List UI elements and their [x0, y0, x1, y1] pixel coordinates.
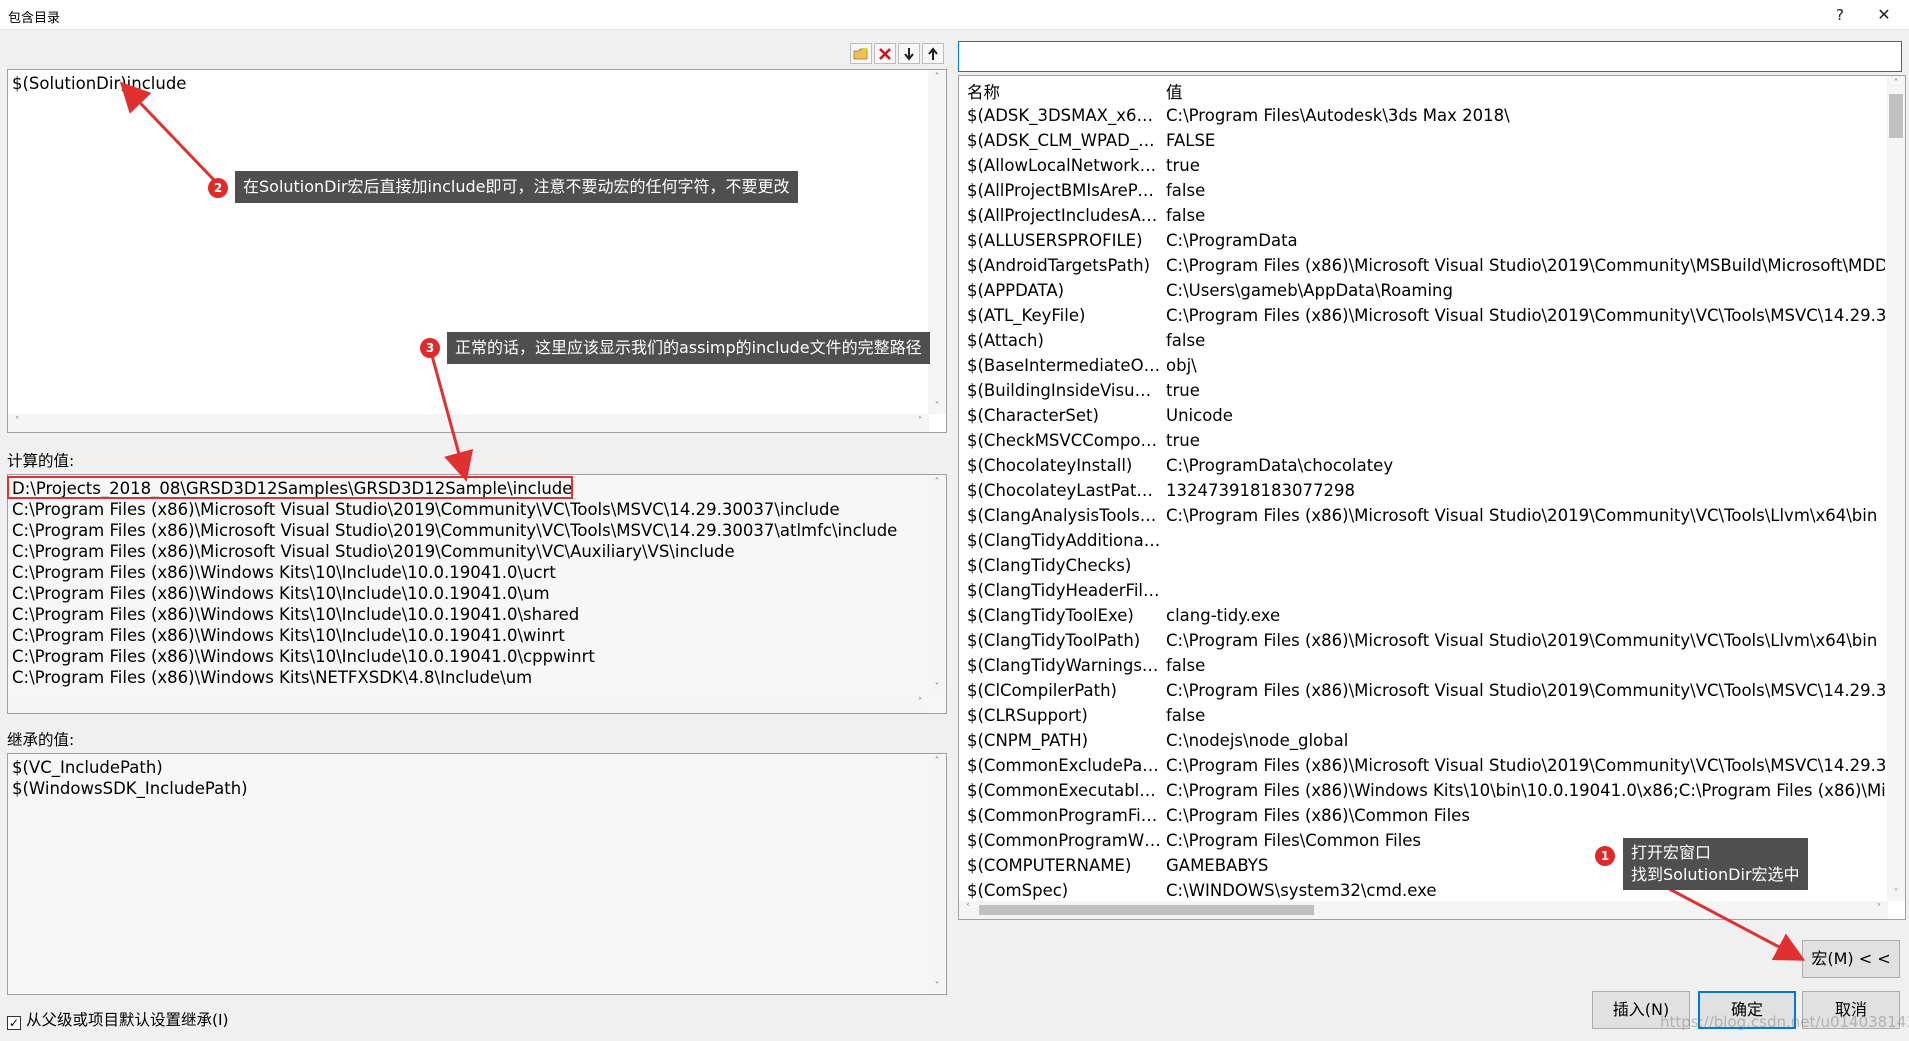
annotation-callout-3: 正常的话，这里应该显示我们的assimp的include文件的完整路径 [447, 332, 930, 364]
annotation-callout-2: 在SolutionDir宏后直接加include即可，注意不要动宏的任何字符，不… [235, 171, 798, 203]
annotation-callout-1: 打开宏窗口 找到SolutionDir宏选中 [1623, 838, 1808, 890]
annotation-arrow-1 [1659, 882, 1806, 961]
annotation-badge-2: 2 [208, 178, 228, 198]
annotation-badge-3: 3 [420, 338, 440, 358]
annotation-callout-1-line2: 找到SolutionDir宏选中 [1631, 865, 1800, 884]
annotation-arrow-2 [119, 81, 216, 182]
annotation-callout-1-line1: 打开宏窗口 [1631, 843, 1712, 862]
annotation-badge-1: 1 [1595, 846, 1615, 866]
annotation-arrow-3 [429, 351, 474, 482]
